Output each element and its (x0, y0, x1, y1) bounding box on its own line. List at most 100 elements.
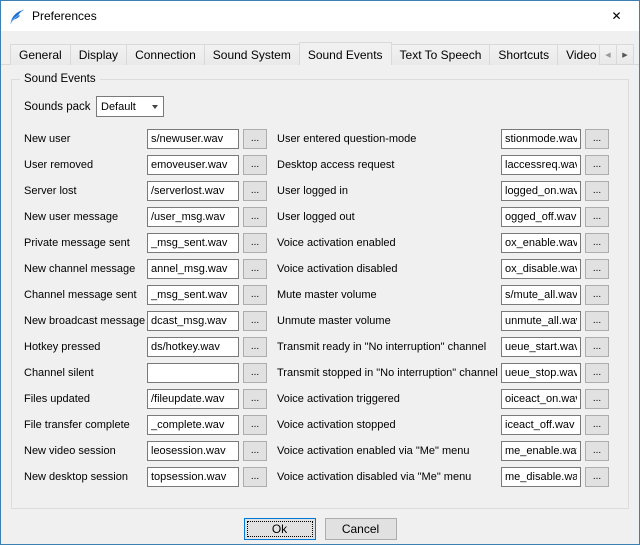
sound-file-input[interactable] (147, 311, 239, 331)
sound-file-input[interactable] (147, 467, 239, 487)
tab-sound-events[interactable]: Sound Events (299, 42, 392, 65)
sound-file-input[interactable] (501, 129, 581, 149)
sound-file-input[interactable] (147, 337, 239, 357)
sound-event-label: Voice activation disabled via "Me" menu (277, 471, 501, 483)
sounds-pack-select[interactable]: Default (96, 96, 164, 117)
tab-shortcuts[interactable]: Shortcuts (489, 44, 558, 65)
browse-button[interactable]: ... (585, 337, 609, 357)
dialog-footer: Ok Cancel (1, 518, 639, 540)
browse-button[interactable]: ... (585, 415, 609, 435)
sound-file-input[interactable] (501, 181, 581, 201)
tab-display[interactable]: Display (70, 44, 127, 65)
sound-file-input[interactable] (501, 207, 581, 227)
sound-file-input[interactable] (501, 233, 581, 253)
browse-button[interactable]: ... (243, 467, 267, 487)
tab-sound-system[interactable]: Sound System (204, 44, 300, 65)
browse-button[interactable]: ... (585, 467, 609, 487)
browse-button[interactable]: ... (243, 233, 267, 253)
cancel-button[interactable]: Cancel (325, 518, 397, 540)
sound-event-label: New broadcast message (24, 315, 147, 327)
sound-file-input[interactable] (501, 363, 581, 383)
browse-button[interactable]: ... (243, 129, 267, 149)
sound-file-input[interactable] (147, 129, 239, 149)
browse-button[interactable]: ... (243, 363, 267, 383)
sound-file-input[interactable] (501, 337, 581, 357)
sound-event-label: Unmute master volume (277, 315, 501, 327)
browse-button[interactable]: ... (243, 389, 267, 409)
tab-strip: General Display Connection Sound System … (10, 42, 605, 65)
sounds-pack-label: Sounds pack (24, 101, 96, 113)
tab-scroll-buttons: ◀ ▶ (600, 44, 634, 65)
close-button[interactable]: ✕ (594, 1, 639, 31)
tab-scroll-right-button[interactable]: ▶ (616, 44, 634, 65)
sound-event-label: User entered question-mode (277, 133, 501, 145)
sound-file-input[interactable] (501, 441, 581, 461)
sound-event-row: Files updated ... (24, 389, 267, 409)
sound-file-input[interactable] (147, 389, 239, 409)
sound-event-label: User logged out (277, 211, 501, 223)
browse-button[interactable]: ... (585, 389, 609, 409)
browse-button[interactable]: ... (243, 207, 267, 227)
tab-scroll-left-icon: ◀ (605, 51, 610, 59)
tab-connection[interactable]: Connection (126, 44, 205, 65)
sound-event-row: Mute master volume ... (277, 285, 609, 305)
browse-button[interactable]: ... (243, 285, 267, 305)
browse-button[interactable]: ... (585, 155, 609, 175)
sound-file-input[interactable] (501, 259, 581, 279)
sound-event-label: Mute master volume (277, 289, 501, 301)
tab-scroll-left-button[interactable]: ◀ (599, 44, 617, 65)
browse-button[interactable]: ... (585, 233, 609, 253)
sound-file-input[interactable] (147, 441, 239, 461)
ok-button[interactable]: Ok (244, 518, 316, 540)
browse-button[interactable]: ... (585, 129, 609, 149)
sound-event-row: New desktop session ... (24, 467, 267, 487)
sound-event-row: User entered question-mode ... (277, 129, 609, 149)
browse-button[interactable]: ... (243, 155, 267, 175)
sound-file-input[interactable] (147, 181, 239, 201)
browse-button[interactable]: ... (585, 181, 609, 201)
sound-event-row: Private message sent ... (24, 233, 267, 253)
sound-event-row: Voice activation enabled ... (277, 233, 609, 253)
browse-button[interactable]: ... (243, 337, 267, 357)
tab-text-to-speech[interactable]: Text To Speech (391, 44, 491, 65)
sound-file-input[interactable] (501, 285, 581, 305)
sounds-pack-row: Sounds pack Default (24, 96, 628, 117)
browse-button[interactable]: ... (243, 415, 267, 435)
sound-file-input[interactable] (501, 467, 581, 487)
browse-button[interactable]: ... (585, 285, 609, 305)
sound-file-input[interactable] (501, 311, 581, 331)
browse-button[interactable]: ... (243, 441, 267, 461)
sound-file-input[interactable] (147, 259, 239, 279)
browse-button[interactable]: ... (585, 259, 609, 279)
sound-file-input[interactable] (147, 155, 239, 175)
sound-event-label: Transmit stopped in "No interruption" ch… (277, 367, 501, 379)
sound-file-input[interactable] (147, 285, 239, 305)
sound-file-input[interactable] (147, 363, 239, 383)
sound-file-input[interactable] (147, 415, 239, 435)
browse-button[interactable]: ... (243, 181, 267, 201)
sound-file-input[interactable] (501, 415, 581, 435)
sound-file-input[interactable] (501, 389, 581, 409)
sound-event-label: New desktop session (24, 471, 147, 483)
browse-button[interactable]: ... (585, 441, 609, 461)
sound-event-row: User logged out ... (277, 207, 609, 227)
sound-event-label: Server lost (24, 185, 147, 197)
tab-general[interactable]: General (10, 44, 71, 65)
browse-button[interactable]: ... (585, 207, 609, 227)
sound-event-label: Channel silent (24, 367, 147, 379)
sound-event-label: Transmit ready in "No interruption" chan… (277, 341, 501, 353)
sound-event-label: File transfer complete (24, 419, 147, 431)
sound-file-input[interactable] (501, 155, 581, 175)
sound-event-label: New user message (24, 211, 147, 223)
sound-file-input[interactable] (147, 233, 239, 253)
browse-button[interactable]: ... (243, 311, 267, 331)
browse-button[interactable]: ... (585, 363, 609, 383)
sound-file-input[interactable] (147, 207, 239, 227)
browse-button[interactable]: ... (585, 311, 609, 331)
sound-event-label: Private message sent (24, 237, 147, 249)
tab-video[interactable]: Video (557, 44, 604, 65)
sound-event-label: New channel message (24, 263, 147, 275)
sound-event-row: Hotkey pressed ... (24, 337, 267, 357)
browse-button[interactable]: ... (243, 259, 267, 279)
sound-event-label: Voice activation enabled via "Me" menu (277, 445, 501, 457)
